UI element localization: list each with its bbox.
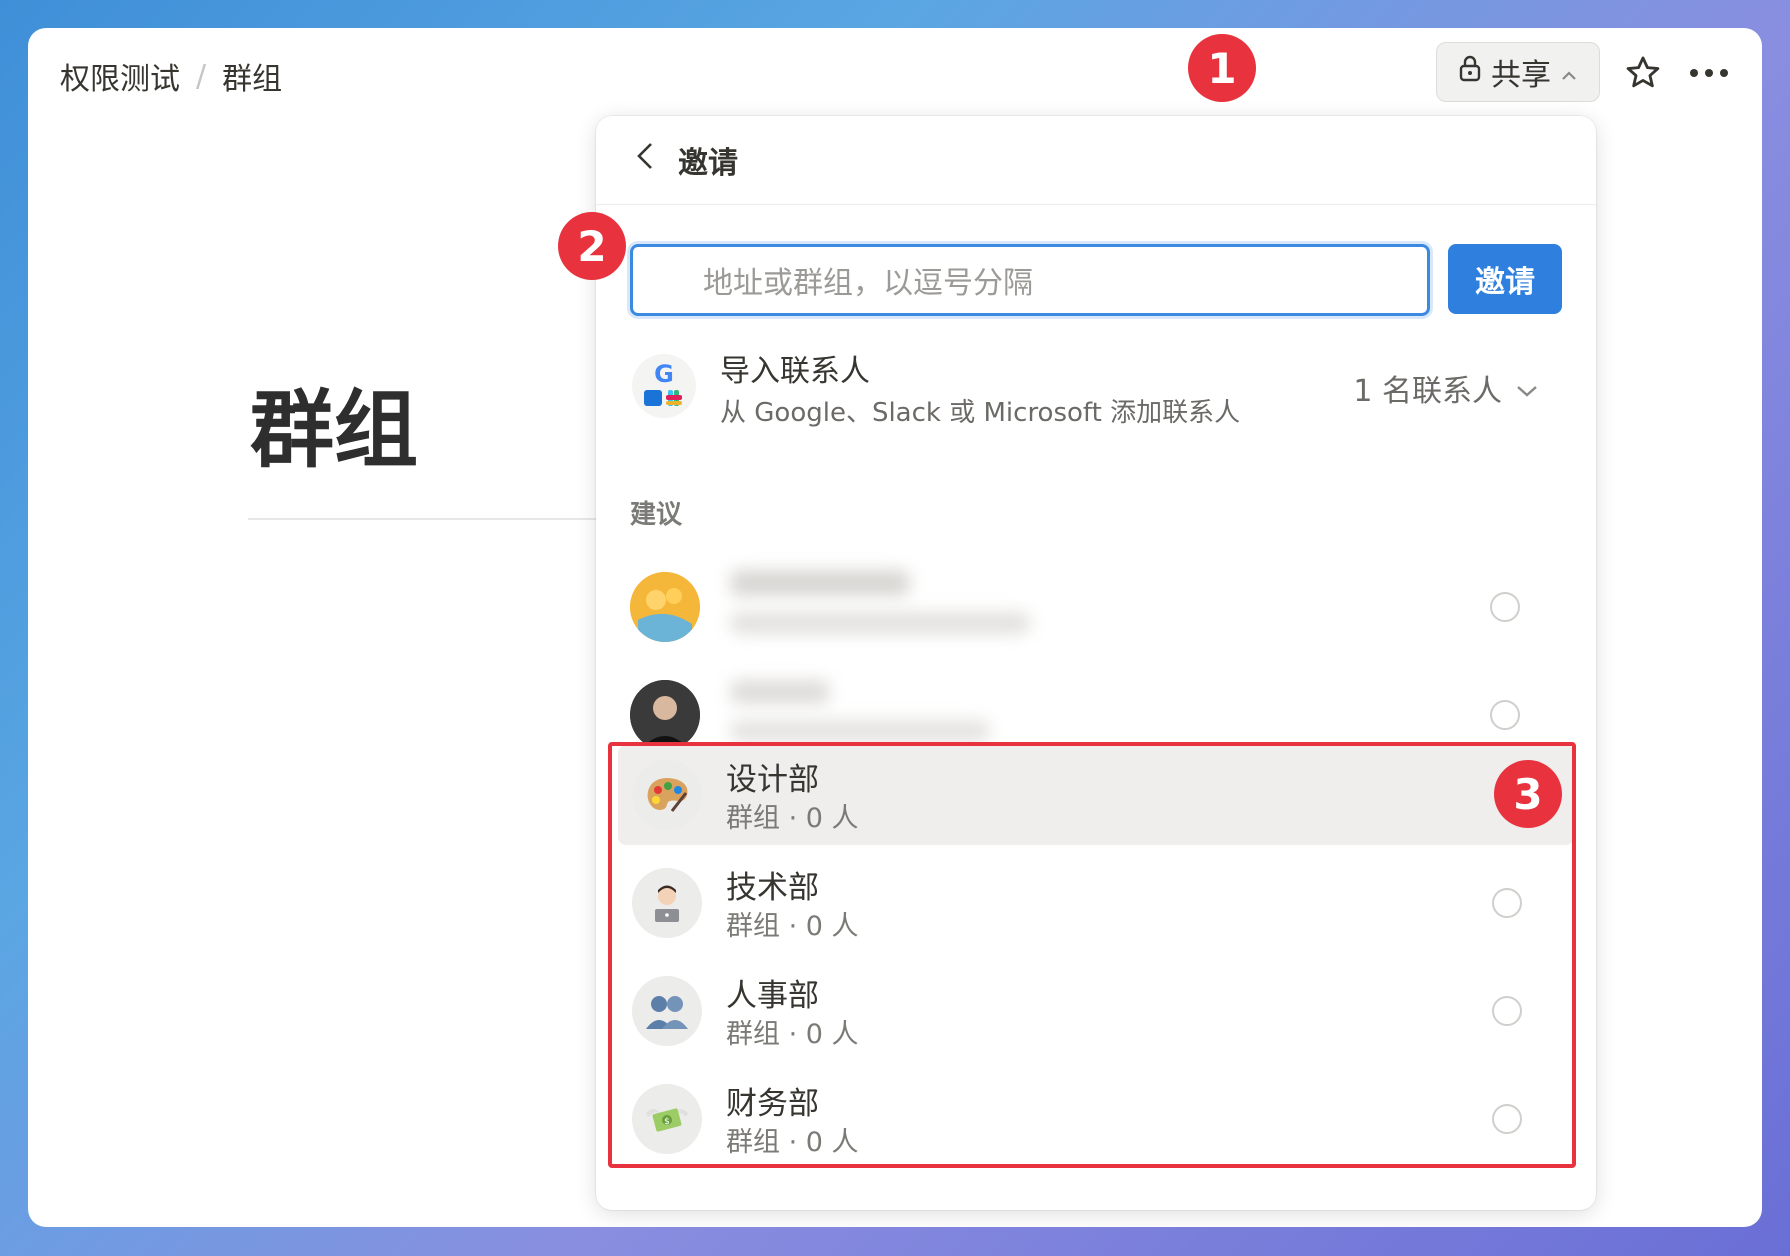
back-arrow-icon[interactable] xyxy=(636,141,654,179)
panel-title: 邀请 xyxy=(678,146,738,181)
svg-text:G: G xyxy=(654,360,674,388)
annotation-badge-3: 3 xyxy=(1494,760,1562,828)
annotation-badge-2: 2 xyxy=(558,212,626,280)
blurred-user-name xyxy=(730,680,830,704)
breadcrumb-page[interactable]: 群组 xyxy=(222,54,282,98)
chevron-up-icon xyxy=(1561,55,1577,90)
import-contacts-row[interactable]: G 导入联系人 从 Google、Slack 或 Microsoft 添加联系人… xyxy=(630,346,1564,428)
breadcrumb-workspace[interactable]: 权限测试 xyxy=(60,54,180,98)
import-logos-icon: G xyxy=(630,352,698,420)
page-divider xyxy=(248,518,648,520)
select-radio[interactable] xyxy=(1490,592,1520,622)
invite-row: 地址或群组，以逗号分隔 邀请 xyxy=(630,244,1564,316)
share-label: 共享 xyxy=(1491,58,1551,93)
contact-count: 1 名联系人 xyxy=(1353,374,1502,409)
annotation-highlight-frame xyxy=(608,742,1576,1168)
page-title: 群组 xyxy=(250,381,419,479)
invite-button[interactable]: 邀请 xyxy=(1448,244,1562,314)
lock-icon xyxy=(1459,54,1481,90)
panel-header: 邀请 xyxy=(596,116,1596,205)
star-icon[interactable] xyxy=(1620,50,1666,96)
import-title: 导入联系人 xyxy=(720,354,870,389)
blurred-user-email xyxy=(730,612,1030,634)
breadcrumb-separator: / xyxy=(196,58,207,94)
user-avatar-icon xyxy=(630,572,700,642)
invite-input-placeholder: 地址或群组，以逗号分隔 xyxy=(703,266,1033,301)
blurred-user-name xyxy=(730,570,910,596)
user-avatar-icon xyxy=(630,680,700,750)
blurred-user-email xyxy=(730,720,990,742)
suggestions-label: 建议 xyxy=(630,500,683,530)
suggested-user-row[interactable] xyxy=(630,560,1564,650)
invite-search-input[interactable]: 地址或群组，以逗号分隔 xyxy=(630,244,1430,316)
contact-count-dropdown[interactable]: 1 名联系人 xyxy=(1353,366,1538,410)
chevron-down-icon xyxy=(1516,371,1538,406)
select-radio[interactable] xyxy=(1490,700,1520,730)
import-subtitle: 从 Google、Slack 或 Microsoft 添加联系人 xyxy=(720,398,1241,428)
share-button[interactable]: 共享 xyxy=(1436,42,1600,102)
breadcrumb: 权限测试 / 群组 xyxy=(60,54,282,98)
annotation-badge-1: 1 xyxy=(1188,34,1256,102)
more-options-icon[interactable] xyxy=(1686,50,1732,96)
